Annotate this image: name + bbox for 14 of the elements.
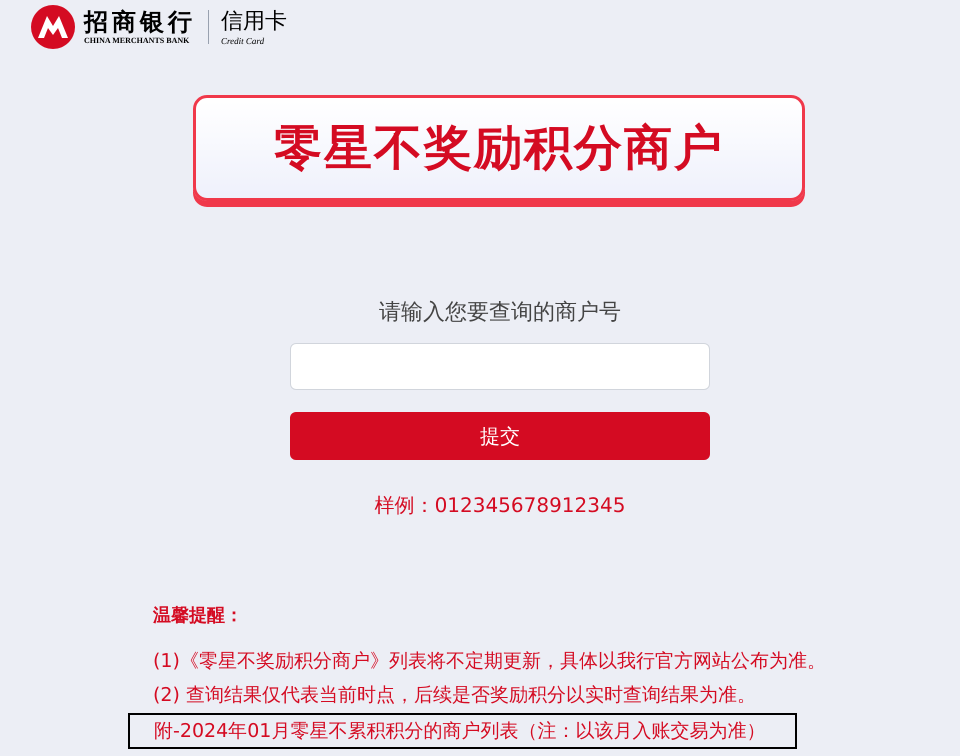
product-name: 信用卡	[221, 8, 287, 36]
bank-logo-icon	[30, 4, 76, 50]
example-text: 样例：012345678912345	[374, 492, 626, 519]
notes-heading: 温馨提醒：	[153, 604, 243, 628]
bank-name: 招商银行	[84, 8, 196, 36]
banner-title: 零星不奖励积分商户	[274, 119, 724, 178]
bank-name-english: CHINA MERCHANTS BANK	[84, 36, 190, 46]
merchant-number-field[interactable]	[290, 343, 710, 390]
note-text: (2) 查询结果仅代表当前时点，后续是否奖励积分以实时查询结果为准。	[153, 683, 757, 708]
field-label: 请输入您要查询的商户号	[379, 299, 621, 327]
merchant-list-link[interactable]: 附-2024年01月零星不累积积分的商户列表（注：以该月入账交易为准）	[128, 713, 798, 749]
product-name-english: Credit Card	[221, 36, 266, 46]
submit-button[interactable]: 提交	[290, 412, 710, 460]
note-text: (1)《零星不奖励积分商户》列表将不定期更新，具体以我行官方网站公布为准。	[153, 649, 826, 674]
